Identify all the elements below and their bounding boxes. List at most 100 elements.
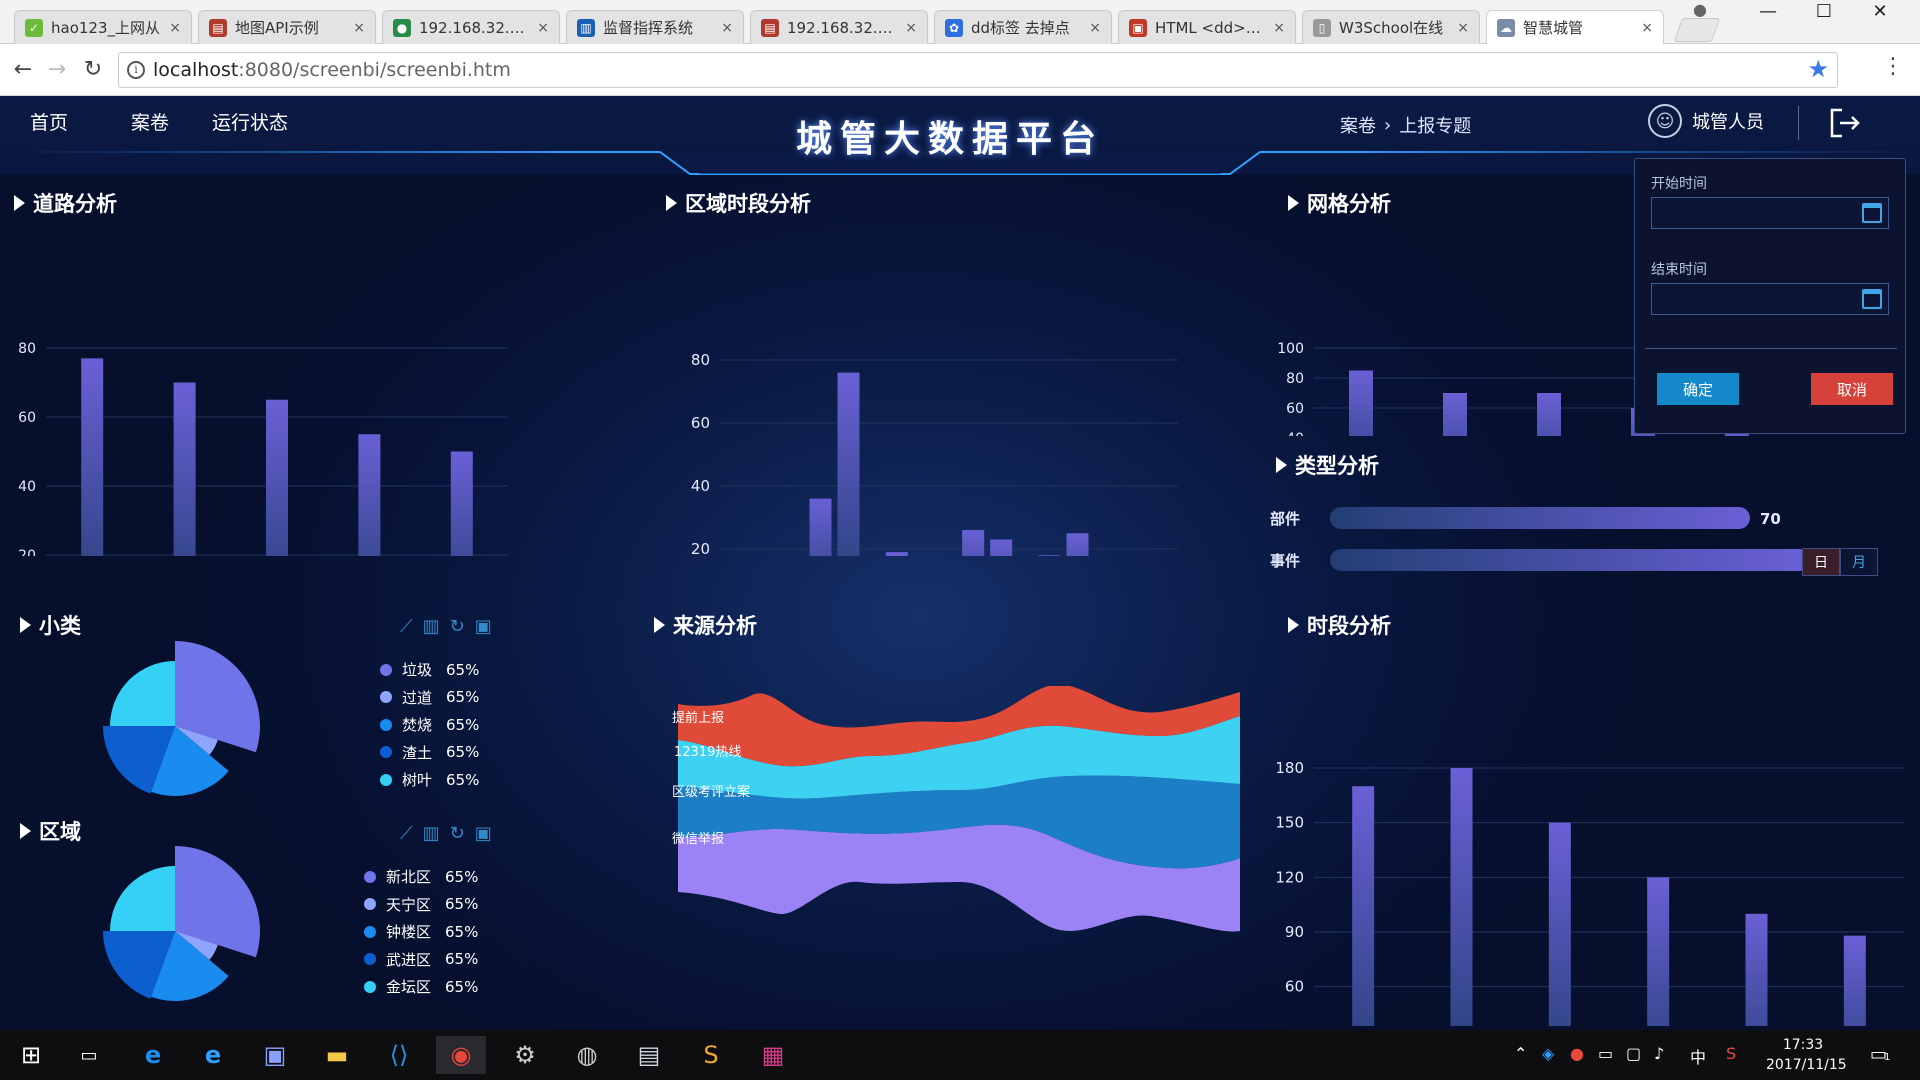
cancel-button[interactable]: 取消 xyxy=(1811,373,1893,405)
line-chart-icon[interactable]: ⟋ xyxy=(400,823,413,844)
browser-tab[interactable]: ✓ hao123_上网从 × xyxy=(14,10,192,44)
info-icon[interactable]: i xyxy=(127,61,145,79)
reload-icon[interactable]: ↻ xyxy=(78,54,108,84)
bar[interactable] xyxy=(1352,786,1375,1026)
save-icon[interactable]: ▣ xyxy=(475,823,492,844)
browser-tab[interactable]: ✿ dd标签 去掉点 × xyxy=(934,10,1112,44)
clock[interactable]: 17:33 2017/11/15 xyxy=(1766,1035,1847,1075)
confirm-button[interactable]: 确定 xyxy=(1657,373,1739,405)
refresh-icon[interactable]: ↻ xyxy=(450,823,465,844)
browser-tab[interactable]: ▤ 地图API示例 × xyxy=(198,10,376,44)
tray-app-icon[interactable]: ● xyxy=(1570,1044,1584,1063)
close-icon[interactable]: ✕ xyxy=(1852,0,1908,22)
tab-close-icon[interactable]: × xyxy=(1089,20,1101,36)
volume-icon[interactable]: ♪ xyxy=(1654,1044,1664,1063)
forward-icon[interactable]: → xyxy=(42,54,72,84)
pie-slice[interactable] xyxy=(110,866,175,931)
battery-icon[interactable]: ▭ xyxy=(1598,1044,1613,1063)
legend-item[interactable]: 渣土 65% xyxy=(380,739,479,767)
database-icon[interactable]: ▦ xyxy=(748,1036,798,1074)
nav-home[interactable]: 首页 xyxy=(30,108,68,135)
browser-tab[interactable]: ▥ 监督指挥系统 × xyxy=(566,10,744,44)
month-toggle[interactable]: 月 xyxy=(1840,548,1878,576)
bar[interactable] xyxy=(81,358,104,556)
file-explorer-icon[interactable]: ▬ xyxy=(312,1036,362,1074)
bar[interactable] xyxy=(1647,877,1670,1026)
line-chart-icon[interactable]: ⟋ xyxy=(400,616,413,637)
legend-item[interactable]: 树叶 65% xyxy=(380,766,479,794)
remote-desktop-icon[interactable]: ▤ xyxy=(624,1036,674,1074)
legend-item[interactable]: 金坛区 65% xyxy=(364,973,478,1001)
tab-close-icon[interactable]: × xyxy=(353,20,365,36)
new-tab-button[interactable] xyxy=(1673,18,1721,42)
bar[interactable] xyxy=(1450,768,1473,1026)
bar[interactable] xyxy=(1330,549,1810,571)
bar[interactable] xyxy=(1548,822,1571,1026)
bookmark-star-icon[interactable]: ★ xyxy=(1807,55,1829,83)
legend-item[interactable]: 过道 65% xyxy=(380,684,479,712)
logout-icon[interactable] xyxy=(1828,106,1862,140)
calendar-icon[interactable] xyxy=(1862,289,1882,309)
browser-tab[interactable]: ● 192.168.32.56: × xyxy=(382,10,560,44)
day-toggle[interactable]: 日 xyxy=(1802,548,1840,576)
maximize-icon[interactable]: ☐ xyxy=(1796,0,1852,22)
bar[interactable] xyxy=(358,434,381,556)
address-bar[interactable]: i localhost:8080/screenbi/screenbi.htm ★ xyxy=(118,52,1838,88)
vscode-icon[interactable]: ⟨⟩ xyxy=(374,1036,424,1074)
bar[interactable] xyxy=(1066,533,1089,556)
bar[interactable] xyxy=(1745,913,1768,1026)
profile-icon[interactable]: ● xyxy=(1693,0,1707,19)
breadcrumb-item[interactable]: 案卷 xyxy=(1340,112,1376,138)
network-app-icon[interactable]: ▣ xyxy=(250,1036,300,1074)
tab-close-icon[interactable]: × xyxy=(721,20,733,36)
legend-item[interactable]: 武进区 65% xyxy=(364,946,478,974)
bar[interactable] xyxy=(885,552,908,556)
browser-tab-active[interactable]: ☁ 智慧城管 × xyxy=(1486,10,1664,44)
settings-icon[interactable]: ⚙ xyxy=(500,1036,550,1074)
bar-chart-icon[interactable]: ▥ xyxy=(423,823,440,844)
windows-start-icon[interactable]: ⊞ xyxy=(6,1036,56,1074)
tab-close-icon[interactable]: × xyxy=(537,20,549,36)
user-menu[interactable]: ☺ 城管人员 xyxy=(1648,104,1764,138)
legend-item[interactable]: 天宁区 65% xyxy=(364,891,478,919)
ime-indicator[interactable]: 中 xyxy=(1690,1044,1706,1068)
network-icon[interactable]: ▢ xyxy=(1626,1044,1641,1063)
tab-close-icon[interactable]: × xyxy=(169,20,181,36)
chrome-icon[interactable]: ◉ xyxy=(436,1036,486,1074)
sublime-icon[interactable]: S xyxy=(686,1036,736,1074)
tab-close-icon[interactable]: × xyxy=(1641,20,1653,36)
task-view-icon[interactable]: ▭ xyxy=(64,1036,114,1074)
legend-item[interactable]: 焚烧 65% xyxy=(380,711,479,739)
tab-close-icon[interactable]: × xyxy=(1273,20,1285,36)
save-icon[interactable]: ▣ xyxy=(475,616,492,637)
legend-item[interactable]: 新北区 65% xyxy=(364,863,478,891)
nav-cases[interactable]: 案卷 xyxy=(131,108,169,135)
tab-close-icon[interactable]: × xyxy=(1457,20,1469,36)
refresh-icon[interactable]: ↻ xyxy=(450,616,465,637)
legend-item[interactable]: 垃圾 65% xyxy=(380,656,479,684)
pie-slice[interactable] xyxy=(110,661,175,726)
minimize-icon[interactable]: — xyxy=(1740,0,1796,22)
browser-menu-icon[interactable]: ⋮ xyxy=(1882,54,1904,79)
start-time-input[interactable] xyxy=(1651,197,1889,229)
bar[interactable] xyxy=(1330,507,1750,529)
end-time-input[interactable] xyxy=(1651,283,1889,315)
legend-item[interactable]: 钟楼区 65% xyxy=(364,918,478,946)
bar[interactable] xyxy=(837,372,860,556)
browser-tab[interactable]: ▤ 192.168.32.56: × xyxy=(750,10,928,44)
bar[interactable] xyxy=(1537,393,1561,436)
bar-chart-icon[interactable]: ▥ xyxy=(423,616,440,637)
bar[interactable] xyxy=(450,451,473,557)
bar[interactable] xyxy=(809,498,832,556)
ie-icon[interactable]: e xyxy=(188,1036,238,1074)
bar[interactable] xyxy=(1349,370,1373,437)
bar[interactable] xyxy=(1038,555,1061,556)
sogou-icon[interactable]: S xyxy=(1726,1044,1736,1063)
bar[interactable] xyxy=(173,382,196,557)
tray-app-icon[interactable]: ◈ xyxy=(1542,1044,1554,1063)
bar[interactable] xyxy=(266,399,288,556)
back-icon[interactable]: ← xyxy=(8,54,38,84)
edge-icon[interactable]: e xyxy=(128,1036,178,1074)
calendar-icon[interactable] xyxy=(1862,203,1882,223)
app-icon[interactable]: ◍ xyxy=(562,1036,612,1074)
